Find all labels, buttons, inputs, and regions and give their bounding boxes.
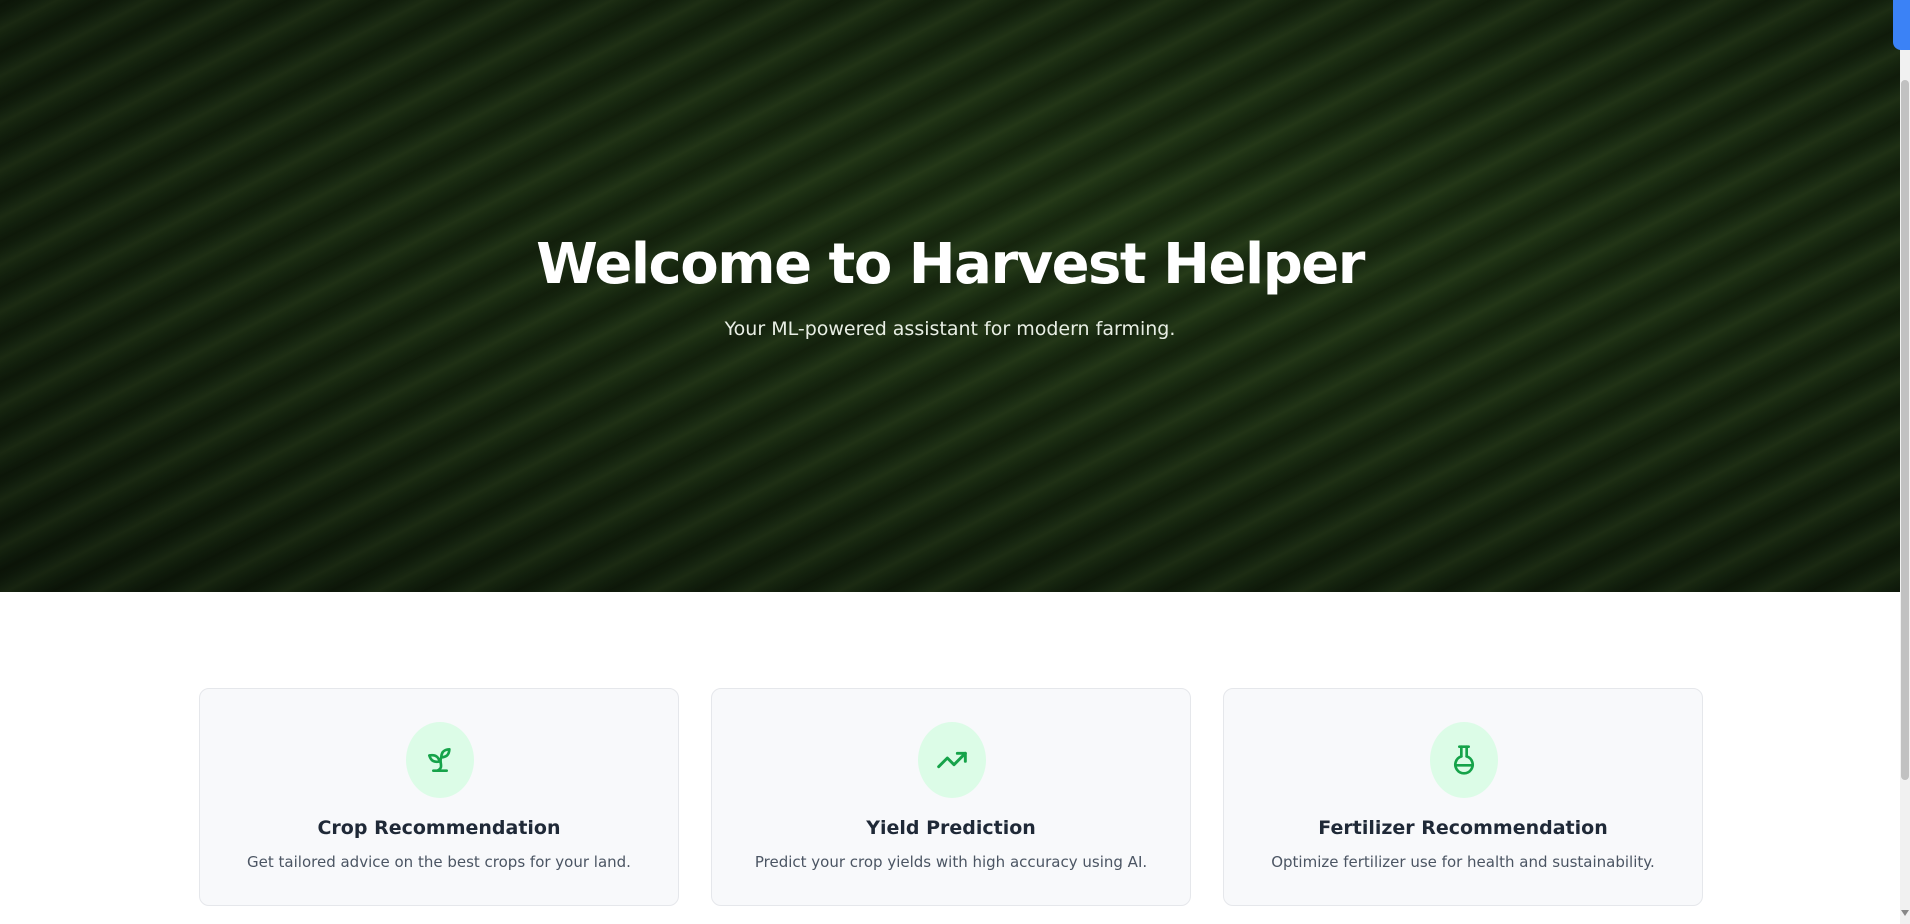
scroll-position-marker <box>1893 0 1910 50</box>
sprout-icon <box>406 722 474 798</box>
hero-banner: Welcome to Harvest Helper Your ML-powere… <box>0 0 1900 592</box>
flask-icon <box>1430 722 1498 798</box>
card-title: Fertilizer Recommendation <box>1318 817 1608 839</box>
feature-card-crop-recommendation[interactable]: Crop Recommendation Get tailored advice … <box>199 688 679 906</box>
trending-up-icon <box>918 722 986 798</box>
scroll-down-arrow-icon[interactable] <box>1901 910 1909 916</box>
card-title: Crop Recommendation <box>317 817 561 839</box>
page: Welcome to Harvest Helper Your ML-powere… <box>0 0 1900 924</box>
scrollbar-thumb[interactable] <box>1901 80 1909 780</box>
features-section: Crop Recommendation Get tailored advice … <box>199 688 1703 906</box>
vertical-scrollbar[interactable] <box>1900 0 1910 924</box>
feature-card-fertilizer-recommendation[interactable]: Fertilizer Recommendation Optimize ferti… <box>1223 688 1703 906</box>
card-description: Get tailored advice on the best crops fo… <box>247 853 631 871</box>
card-title: Yield Prediction <box>866 817 1036 839</box>
hero-subtitle: Your ML-powered assistant for modern far… <box>724 318 1176 340</box>
hero-title: Welcome to Harvest Helper <box>536 232 1365 297</box>
card-description: Predict your crop yields with high accur… <box>754 853 1148 871</box>
feature-card-yield-prediction[interactable]: Yield Prediction Predict your crop yield… <box>711 688 1191 906</box>
card-description: Optimize fertilizer use for health and s… <box>1271 853 1655 871</box>
